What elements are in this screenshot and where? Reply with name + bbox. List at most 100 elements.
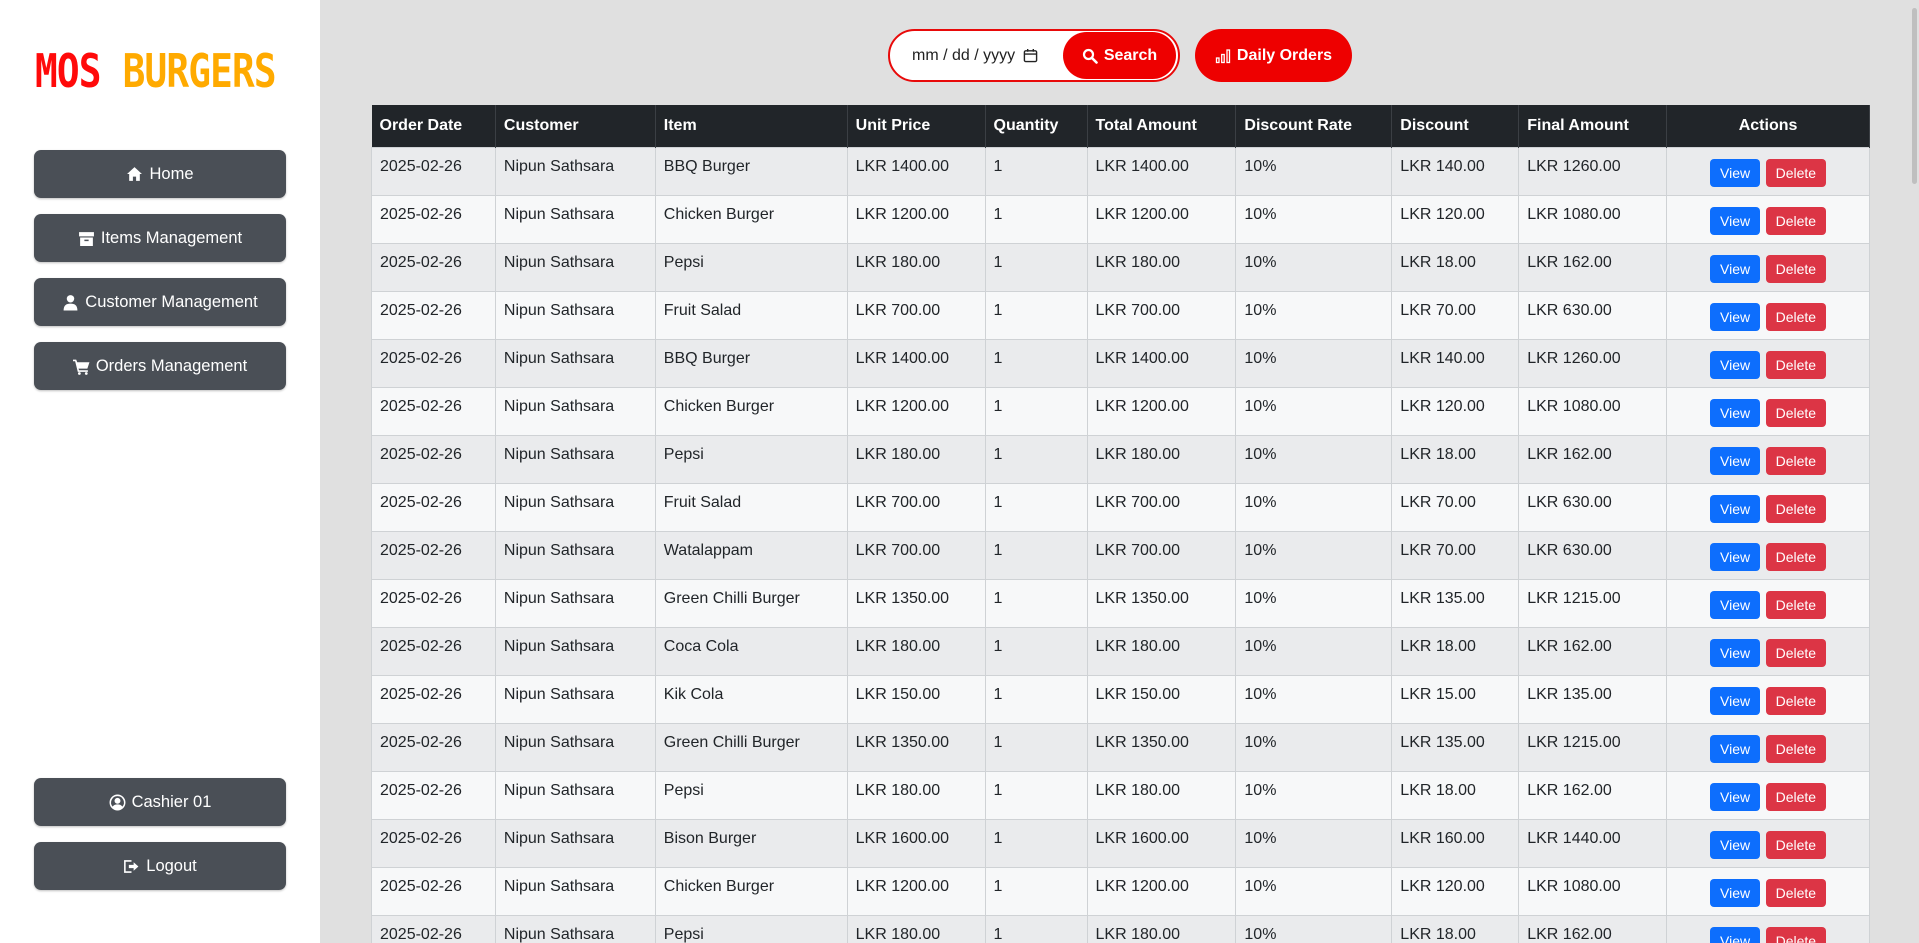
header-total-amount[interactable]: Total Amount	[1087, 105, 1237, 147]
view-button[interactable]: View	[1710, 543, 1761, 571]
header-item[interactable]: Item	[655, 105, 848, 147]
delete-button[interactable]: Delete	[1765, 303, 1827, 331]
delete-button[interactable]: Delete	[1765, 447, 1827, 475]
cell-customer: Nipun Sathsara	[494, 866, 656, 916]
cell-total-amount: LKR 180.00	[1086, 242, 1237, 292]
cell-quantity: 1	[984, 722, 1088, 772]
delete-button[interactable]: Delete	[1765, 687, 1827, 715]
view-button[interactable]: View	[1710, 927, 1761, 943]
cell-unit-price: LKR 1200.00	[846, 386, 986, 436]
delete-button[interactable]: Delete	[1765, 639, 1827, 667]
delete-button[interactable]: Delete	[1765, 735, 1827, 763]
view-button[interactable]: View	[1710, 687, 1761, 715]
view-button[interactable]: View	[1710, 879, 1761, 907]
delete-button[interactable]: Delete	[1765, 255, 1827, 283]
view-button[interactable]: View	[1710, 207, 1761, 235]
header-quantity[interactable]: Quantity	[985, 105, 1088, 147]
cell-item: Pepsi	[654, 242, 848, 292]
delete-button[interactable]: Delete	[1765, 783, 1827, 811]
search-label: Search	[1103, 46, 1158, 64]
calendar-icon[interactable]	[1023, 48, 1038, 63]
header-actions: Actions	[1666, 105, 1870, 147]
cell-discount-rate: 10%	[1235, 674, 1393, 724]
user-profile-button[interactable]: Cashier 01	[34, 778, 286, 826]
view-button[interactable]: View	[1710, 303, 1761, 331]
cell-discount: LKR 120.00	[1391, 386, 1520, 436]
scrollbar[interactable]	[1905, 0, 1919, 943]
orders-table: Order Date Customer Item Unit Price Quan…	[371, 105, 1870, 943]
delete-button[interactable]: Delete	[1765, 831, 1827, 859]
table-row: 2025-02-26 Nipun Sathsara Fruit Salad LKR 7…	[371, 482, 1870, 532]
table-row: 2025-02-26 Nipun Sathsara BBQ Burger LKR 14…	[371, 338, 1870, 388]
cell-item: Pepsi	[654, 914, 848, 943]
table-row: 2025-02-26 Nipun Sathsara Pepsi LKR 180.00 1…	[371, 914, 1870, 943]
view-button[interactable]: View	[1710, 495, 1761, 523]
view-button[interactable]: View	[1710, 831, 1761, 859]
delete-button[interactable]: Delete	[1765, 495, 1827, 523]
cell-total-amount: LKR 1400.00	[1086, 338, 1237, 388]
cell-discount-rate: 10%	[1235, 386, 1393, 436]
cell-discount: LKR 70.00	[1391, 530, 1520, 580]
view-button[interactable]: View	[1710, 447, 1761, 475]
header-customer[interactable]: Customer	[495, 105, 656, 147]
header-final-amount[interactable]: Final Amount	[1518, 105, 1668, 147]
delete-button[interactable]: Delete	[1765, 351, 1827, 379]
sidebar-item-customer-management[interactable]: Customer Management	[34, 278, 286, 326]
cell-final-amount: LKR 630.00	[1518, 530, 1668, 580]
header-unit-price[interactable]: Unit Price	[847, 105, 986, 147]
sidebar-item-home[interactable]: Home	[34, 150, 286, 198]
cell-order-date: 2025-02-26	[371, 242, 496, 292]
header-discount[interactable]: Discount	[1391, 105, 1520, 147]
cell-actions: View Delete	[1666, 770, 1870, 820]
sidebar-item-items-management[interactable]: Items Management	[34, 214, 286, 262]
cell-total-amount: LKR 180.00	[1086, 434, 1237, 484]
cell-discount-rate: 10%	[1235, 146, 1393, 196]
header-discount-rate[interactable]: Discount Rate	[1235, 105, 1393, 147]
view-button[interactable]: View	[1710, 591, 1761, 619]
cell-final-amount: LKR 1080.00	[1518, 386, 1668, 436]
cell-order-date: 2025-02-26	[371, 194, 496, 244]
cell-item: Green Chilli Burger	[654, 722, 848, 772]
date-input[interactable]: mm / dd / yyyy	[912, 31, 1038, 80]
cell-discount-rate: 10%	[1235, 626, 1393, 676]
delete-button[interactable]: Delete	[1765, 879, 1827, 907]
cell-discount: LKR 18.00	[1391, 770, 1520, 820]
view-button[interactable]: View	[1710, 351, 1761, 379]
view-button[interactable]: View	[1710, 399, 1761, 427]
view-button[interactable]: View	[1710, 255, 1761, 283]
cell-discount-rate: 10%	[1235, 290, 1393, 340]
delete-button[interactable]: Delete	[1765, 927, 1827, 943]
delete-button[interactable]: Delete	[1765, 159, 1827, 187]
delete-button[interactable]: Delete	[1765, 543, 1827, 571]
cell-total-amount: LKR 1600.00	[1086, 818, 1237, 868]
box-icon	[78, 231, 94, 246]
logo-burgers: BURGERS	[122, 44, 277, 98]
view-button[interactable]: View	[1710, 783, 1761, 811]
sidebar-item-orders-management[interactable]: Orders Management	[34, 342, 286, 390]
cell-discount: LKR 18.00	[1391, 434, 1520, 484]
daily-orders-button[interactable]: Daily Orders	[1195, 29, 1352, 82]
scrollbar-thumb[interactable]	[1912, 8, 1917, 184]
sidebar-item-label: Home	[149, 164, 194, 183]
cell-quantity: 1	[984, 530, 1088, 580]
delete-button[interactable]: Delete	[1765, 399, 1827, 427]
delete-button[interactable]: Delete	[1765, 207, 1827, 235]
cell-unit-price: LKR 700.00	[846, 290, 986, 340]
logout-button[interactable]: Logout	[34, 842, 286, 890]
cell-actions: View Delete	[1666, 482, 1870, 532]
date-search-form: mm / dd / yyyy Search	[888, 29, 1180, 82]
view-button[interactable]: View	[1710, 159, 1761, 187]
sidebar-item-label: Customer Management	[85, 292, 258, 311]
view-button[interactable]: View	[1710, 735, 1761, 763]
cell-actions: View Delete	[1666, 722, 1870, 772]
view-button[interactable]: View	[1710, 639, 1761, 667]
delete-button[interactable]: Delete	[1765, 591, 1827, 619]
cell-unit-price: LKR 180.00	[846, 914, 986, 943]
search-button[interactable]: Search	[1063, 32, 1176, 79]
header-order-date[interactable]: Order Date	[371, 105, 496, 147]
cell-discount-rate: 10%	[1235, 530, 1393, 580]
cell-order-date: 2025-02-26	[371, 146, 496, 196]
cell-customer: Nipun Sathsara	[494, 914, 656, 943]
table-row: 2025-02-26 Nipun Sathsara Kik Cola LKR 150.…	[371, 674, 1870, 724]
cell-unit-price: LKR 1350.00	[846, 578, 986, 628]
